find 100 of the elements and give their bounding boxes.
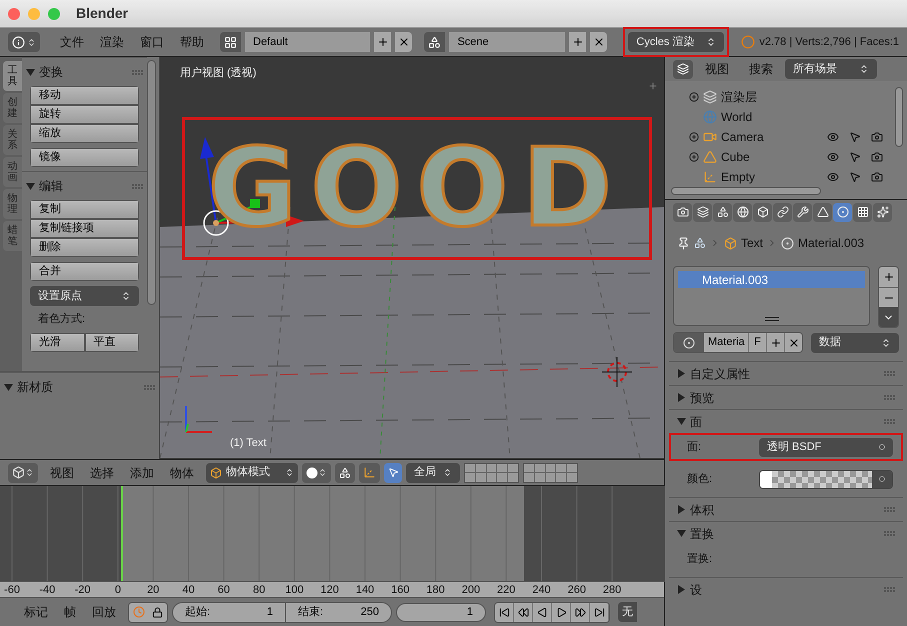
camera-icon[interactable] — [871, 171, 883, 183]
toggle-button[interactable]: 平直 — [84, 332, 139, 352]
panel-title[interactable]: 设 — [690, 580, 702, 598]
tool-button[interactable]: 删除 — [30, 238, 139, 257]
editor-type-button[interactable] — [8, 32, 40, 52]
properties-tab[interactable] — [853, 202, 872, 222]
drag-handle-icon[interactable] — [884, 531, 895, 536]
layer-grid[interactable] — [523, 462, 578, 482]
menu-item[interactable]: 回放 — [84, 603, 124, 621]
material-slot-list[interactable]: Material.003 — [673, 266, 870, 326]
properties-tab[interactable] — [813, 202, 832, 222]
tool-shelf-tab[interactable]: 蜡笔 — [3, 221, 22, 251]
menu-item[interactable]: 标记 — [16, 603, 56, 621]
plus-icon[interactable] — [648, 81, 658, 91]
outliner-row[interactable]: 渲染层 — [665, 87, 907, 107]
menu-item[interactable]: 帧 — [56, 603, 84, 621]
render-engine-dropdown[interactable]: Cycles 渲染 — [628, 32, 724, 52]
scrollbar[interactable] — [895, 87, 903, 147]
close-button[interactable] — [590, 32, 608, 52]
toggle-button[interactable]: 光滑 — [30, 332, 84, 352]
color-swatch[interactable] — [760, 470, 872, 488]
scrollbar[interactable] — [671, 187, 821, 195]
drag-handle-icon[interactable] — [884, 507, 895, 512]
previous-keyframe-button[interactable] — [514, 602, 533, 622]
panel-title[interactable]: 置换 — [690, 524, 714, 542]
expanded-triangle-icon[interactable] — [4, 382, 13, 392]
tool-button[interactable]: 复制链接项 — [30, 219, 139, 238]
layout-type-button[interactable] — [220, 32, 241, 52]
tool-shelf-tab[interactable]: 物理 — [3, 189, 22, 219]
properties-tab[interactable] — [713, 202, 732, 222]
camera-icon[interactable] — [871, 131, 883, 143]
pointer-icon[interactable] — [849, 131, 861, 143]
editor-type-button[interactable] — [8, 462, 38, 482]
skip-to-end-button[interactable] — [590, 602, 609, 622]
camera-icon[interactable] — [871, 151, 883, 163]
breadcrumb-item[interactable]: Text — [741, 234, 764, 252]
expanded-triangle-icon[interactable] — [677, 417, 686, 426]
expand-icon[interactable] — [689, 132, 699, 142]
resize-handle-icon[interactable] — [764, 317, 778, 321]
layer-grid[interactable] — [464, 462, 519, 482]
properties-tab[interactable] — [873, 202, 892, 222]
expanded-triangle-icon[interactable] — [26, 68, 35, 76]
skip-to-start-button[interactable] — [495, 602, 514, 622]
expanded-triangle-icon[interactable] — [677, 529, 686, 538]
menu-item[interactable]: 渲染 — [92, 33, 132, 51]
drag-handle-icon[interactable] — [132, 184, 143, 188]
eye-icon[interactable] — [827, 171, 839, 183]
add-slot-button[interactable] — [879, 267, 898, 287]
outliner-row[interactable]: Empty — [665, 167, 907, 187]
pointer-icon[interactable] — [849, 151, 861, 163]
pivot-dropdown[interactable] — [335, 462, 355, 482]
sync-dropdown[interactable]: 无 — [618, 602, 637, 622]
expand-icon[interactable] — [689, 152, 699, 162]
dropdown[interactable]: 设置原点 — [30, 286, 139, 306]
shader-dropdown[interactable]: 透明 BSDF — [759, 438, 893, 456]
orientation-dropdown[interactable]: 全局 — [406, 462, 460, 482]
expanded-triangle-icon[interactable] — [26, 182, 35, 190]
tool-shelf-tab[interactable]: 创建 — [3, 93, 22, 123]
color-field[interactable] — [759, 470, 893, 488]
collapsed-triangle-icon[interactable] — [677, 505, 686, 514]
properties-tab[interactable] — [833, 202, 852, 222]
properties-tab[interactable] — [793, 202, 812, 222]
eye-icon[interactable] — [827, 131, 839, 143]
menu-item[interactable]: 选择 — [82, 464, 122, 482]
tool-shelf-tab[interactable]: 动画 — [3, 157, 22, 187]
tool-shelf-tab[interactable]: 关系 — [3, 125, 22, 155]
properties-tab[interactable] — [773, 202, 792, 222]
frame-ruler[interactable]: -60 -40 -20 0 20 40 60 80 100 120 140 160 180 200 220 240 260 280 — [0, 581, 664, 598]
properties-tab[interactable] — [753, 202, 772, 222]
scrollbar[interactable] — [147, 60, 156, 305]
outliner-row[interactable]: Cube — [665, 147, 907, 167]
tool-button[interactable]: 镜像 — [30, 148, 139, 167]
drag-handle-icon[interactable] — [884, 419, 895, 424]
tool-button[interactable]: 移动 — [30, 86, 139, 105]
tool-button[interactable]: 合并 — [30, 262, 139, 281]
menu-item[interactable]: 搜索 — [741, 60, 781, 78]
drag-handle-icon[interactable] — [884, 587, 895, 592]
play-button[interactable] — [552, 602, 571, 622]
tool-button[interactable]: 旋转 — [30, 105, 139, 124]
tool-button[interactable]: 复制 — [30, 200, 139, 219]
collapsed-triangle-icon[interactable] — [677, 369, 686, 378]
menu-item[interactable]: 帮助 — [172, 33, 212, 51]
scene-type-button[interactable] — [424, 32, 446, 52]
drag-handle-icon[interactable] — [884, 395, 895, 400]
close-window-icon[interactable] — [8, 8, 20, 20]
panel-title[interactable]: 变换 — [39, 63, 63, 81]
collapsed-triangle-icon[interactable] — [677, 585, 686, 594]
current-frame-field[interactable]: 1 — [396, 602, 486, 622]
manipulator-toggle[interactable] — [359, 462, 380, 482]
menu-item[interactable]: 视图 — [42, 464, 82, 482]
shading-dropdown[interactable] — [302, 462, 331, 482]
display-mode-dropdown[interactable]: 所有场景 — [785, 59, 877, 79]
menu-item[interactable]: 添加 — [122, 464, 162, 482]
lock-button[interactable] — [148, 602, 167, 622]
panel-title[interactable]: 自定义属性 — [690, 364, 750, 382]
next-keyframe-button[interactable] — [571, 602, 590, 622]
panel-title[interactable]: 预览 — [690, 388, 714, 406]
breadcrumb-item[interactable]: Material.003 — [798, 234, 864, 252]
menu-item[interactable]: 文件 — [52, 33, 92, 51]
pointer-icon[interactable] — [849, 171, 861, 183]
